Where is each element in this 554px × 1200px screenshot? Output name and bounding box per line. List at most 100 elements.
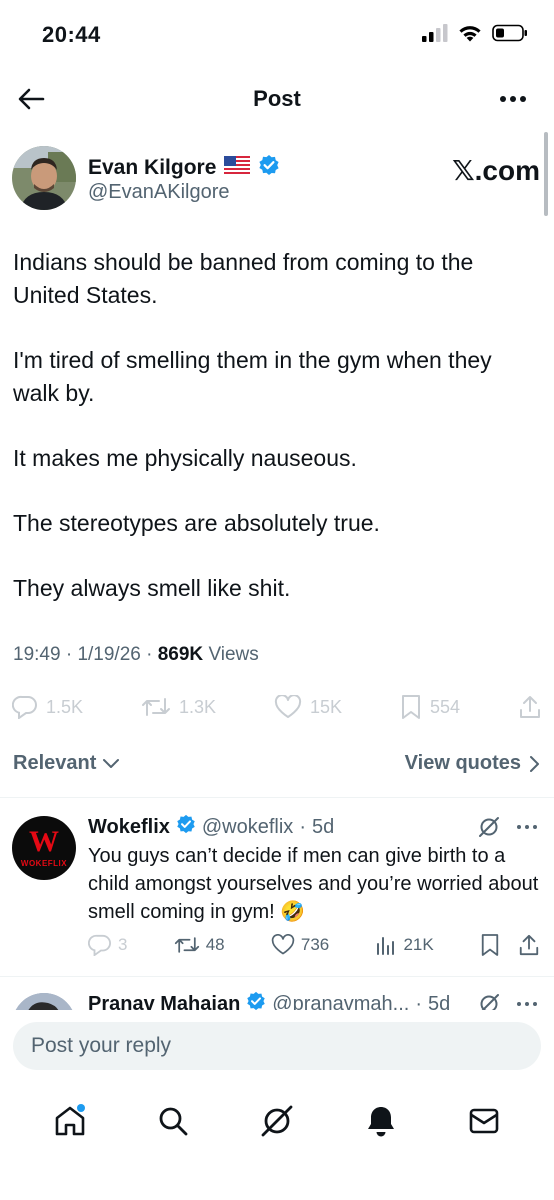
reply-count: 3 bbox=[118, 935, 128, 954]
sort-label: Relevant bbox=[13, 752, 97, 774]
more-icon[interactable] bbox=[516, 824, 538, 830]
reply-composer bbox=[0, 1010, 554, 1086]
reply-age: 5d bbox=[428, 992, 451, 1011]
view-quotes-link[interactable]: View quotes bbox=[405, 752, 541, 775]
post-author: Evan Kilgore @EvanAKilgore 𝕏.com bbox=[12, 146, 542, 212]
reply-icon bbox=[12, 695, 37, 719]
reply-author-name[interactable]: Pranav Mahajan bbox=[88, 993, 240, 1011]
reply-text: You guys can’t decide if men can give bi… bbox=[88, 845, 539, 923]
grok-icon[interactable] bbox=[478, 993, 500, 1010]
view-quotes-label: View quotes bbox=[404, 752, 521, 774]
views-button[interactable]: 21K bbox=[375, 934, 434, 956]
repost-button[interactable]: 48 bbox=[174, 934, 225, 956]
tab-notifications[interactable] bbox=[357, 1097, 405, 1145]
heart-icon bbox=[271, 934, 295, 955]
notifications-icon bbox=[367, 1107, 394, 1137]
analytics-icon bbox=[377, 937, 395, 955]
bookmark-button[interactable]: 554 bbox=[400, 694, 460, 720]
tab-search[interactable] bbox=[149, 1097, 197, 1145]
search-icon bbox=[159, 1107, 188, 1136]
post-paragraph: The stereotypes are absolutely true. bbox=[13, 510, 380, 536]
reply-icon bbox=[88, 934, 111, 956]
status-icons bbox=[422, 24, 528, 47]
reply-header-actions bbox=[478, 816, 538, 838]
status-bar: 20:44 bbox=[0, 0, 554, 70]
status-time: 20:44 bbox=[42, 22, 101, 47]
chevron-down-icon bbox=[103, 758, 120, 768]
wifi-icon bbox=[458, 24, 482, 47]
page-title: Post bbox=[253, 86, 301, 111]
scrollbar-thumb[interactable] bbox=[544, 132, 548, 216]
bookmark-icon bbox=[401, 695, 420, 719]
more-icon[interactable] bbox=[516, 1001, 538, 1007]
reply-item[interactable]: Pranav Mahajan @pranavmah... · 5d bbox=[0, 977, 554, 1010]
post-meta: 19:49 · 1/19/26 · 869K Views bbox=[13, 644, 259, 666]
reply-button[interactable]: 3 bbox=[88, 934, 127, 956]
sort-dropdown[interactable]: Relevant bbox=[13, 752, 120, 775]
post-paragraph: Indians should be banned from coming to … bbox=[13, 249, 474, 308]
bottom-tab-bar bbox=[0, 1086, 554, 1156]
battery-icon bbox=[492, 24, 528, 47]
like-count: 15K bbox=[309, 696, 342, 717]
author-name[interactable]: Evan Kilgore bbox=[88, 154, 280, 182]
signal-icon bbox=[422, 24, 448, 47]
repost-count: 1.3K bbox=[178, 696, 217, 717]
tab-home[interactable] bbox=[46, 1097, 94, 1145]
reply-avatar[interactable]: W WOKEFLIX bbox=[12, 816, 76, 880]
grok-icon bbox=[261, 1105, 293, 1137]
reply-age: 5d bbox=[311, 815, 335, 838]
share-icon[interactable] bbox=[518, 933, 540, 957]
chevron-right-icon bbox=[530, 755, 539, 772]
replies-filter: Relevant View quotes bbox=[13, 748, 541, 780]
reply-header: Pranav Mahajan @pranavmah... · 5d bbox=[88, 991, 450, 1010]
meta-separator: · bbox=[299, 815, 306, 838]
post-paragraph: It makes me physically nauseous. bbox=[13, 445, 357, 471]
reply-author-handle[interactable]: @wokeflix bbox=[202, 816, 293, 839]
reply-header-actions bbox=[478, 993, 538, 1010]
like-button[interactable]: 15K bbox=[274, 695, 342, 719]
reply-actions: 3 48 736 21K bbox=[88, 930, 540, 960]
tab-messages[interactable] bbox=[460, 1097, 508, 1145]
reply-header: Wokeflix @wokeflix · 5d bbox=[88, 814, 334, 840]
share-icon bbox=[519, 696, 540, 718]
repost-icon bbox=[174, 937, 199, 953]
meta-separator: · bbox=[146, 644, 153, 665]
messages-icon bbox=[469, 1108, 499, 1134]
reply-item[interactable]: W WOKEFLIX Wokeflix @wokeflix · 5d You guy… bbox=[0, 798, 554, 976]
repost-button[interactable]: 1.3K bbox=[141, 695, 216, 719]
repost-count: 48 bbox=[205, 935, 225, 954]
reply-input[interactable] bbox=[13, 1022, 541, 1070]
more-options-button[interactable] bbox=[496, 84, 530, 114]
more-icon bbox=[500, 96, 526, 102]
home-notification-dot bbox=[76, 1104, 85, 1112]
reply-avatar[interactable] bbox=[12, 993, 76, 1010]
post-paragraph: They always smell like shit. bbox=[13, 575, 291, 601]
meta-separator: · bbox=[415, 992, 422, 1011]
author-name-text: Evan Kilgore bbox=[88, 156, 217, 179]
wokeflix-logo-caption: WOKEFLIX bbox=[20, 859, 68, 868]
like-button[interactable]: 736 bbox=[271, 934, 329, 956]
share-button[interactable] bbox=[518, 694, 542, 720]
reply-author-name[interactable]: Wokeflix bbox=[88, 816, 170, 839]
views-count: 21K bbox=[403, 935, 434, 954]
post-date: 1/19/26 bbox=[77, 644, 141, 665]
views-label: Views bbox=[208, 644, 259, 665]
post-paragraph: I'm tired of smelling them in the gym wh… bbox=[13, 347, 492, 406]
like-count: 736 bbox=[300, 935, 330, 954]
grok-icon[interactable] bbox=[478, 816, 500, 838]
post-time: 19:49 bbox=[13, 644, 61, 665]
views-count[interactable]: 869K bbox=[158, 644, 203, 665]
post-text: Indians should be banned from coming to … bbox=[13, 246, 533, 637]
author-handle[interactable]: @EvanAKilgore bbox=[88, 181, 229, 204]
reply-button[interactable]: 1.5K bbox=[12, 695, 83, 719]
reply-author-handle[interactable]: @pranavmah... bbox=[272, 993, 409, 1011]
heart-icon bbox=[274, 695, 302, 718]
verified-badge-icon bbox=[176, 814, 196, 840]
wokeflix-logo-letter: W bbox=[29, 825, 59, 858]
tab-grok[interactable] bbox=[253, 1097, 301, 1145]
bookmark-button[interactable] bbox=[480, 933, 540, 957]
verified-badge-icon bbox=[258, 154, 280, 182]
top-nav: Post bbox=[0, 72, 554, 126]
author-avatar[interactable] bbox=[12, 146, 76, 210]
bookmark-count: 554 bbox=[429, 696, 460, 717]
